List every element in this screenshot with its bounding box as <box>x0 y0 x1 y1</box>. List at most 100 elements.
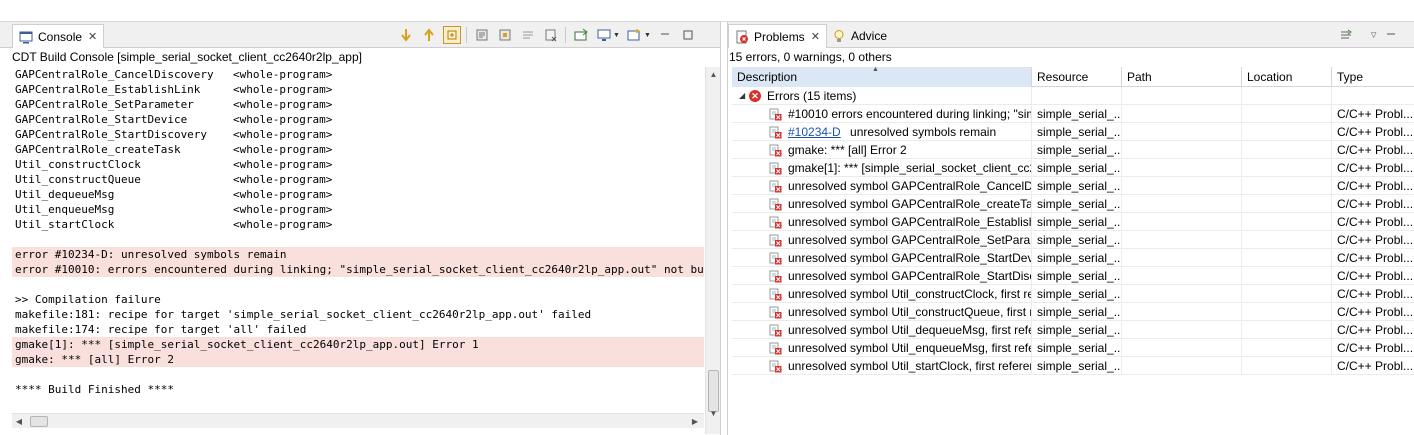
scrollbar-thumb[interactable] <box>30 416 48 427</box>
problem-description: unresolved symbol Util_enqueueMsg, first… <box>788 341 1031 355</box>
problem-location <box>1242 339 1332 357</box>
table-row[interactable]: unresolved symbol Util_enqueueMsg, first… <box>732 339 1414 357</box>
open-console-icon[interactable] <box>625 26 643 44</box>
table-row[interactable]: unresolved symbol GAPCentralRole_StartDi… <box>732 267 1414 285</box>
problem-location <box>1242 177 1332 195</box>
scroll-down-arrow-icon[interactable]: ▼ <box>706 406 721 420</box>
console-line: makefile:174: recipe for target 'all' fa… <box>15 323 307 336</box>
copy-build-log-icon[interactable] <box>496 26 514 44</box>
console-horizontal-scrollbar[interactable]: ◀ ▶ <box>12 413 704 428</box>
problem-location <box>1242 159 1332 177</box>
problem-type: C/C++ Probl... <box>1337 341 1414 355</box>
console-tabbar: Console ✕ ▼ ▼ <box>0 22 720 48</box>
scroll-up-arrow-icon[interactable]: ▲ <box>706 67 721 81</box>
table-row[interactable]: gmake: *** [all] Error 2 simple_serial_..… <box>732 141 1414 159</box>
word-wrap-icon[interactable] <box>473 26 491 44</box>
display-console-icon[interactable] <box>595 26 613 44</box>
table-row[interactable]: unresolved symbol Util_constructClock, f… <box>732 285 1414 303</box>
problem-error-icon <box>769 342 782 354</box>
table-row[interactable]: unresolved symbol GAPCentralRole_createT… <box>732 195 1414 213</box>
console-output[interactable]: GAPCentralRole_CancelDiscovery <whole-pro… <box>12 67 704 412</box>
table-row[interactable]: unresolved symbol Util_dequeueMsg, first… <box>732 321 1414 339</box>
chevron-down-icon[interactable]: ▼ <box>644 32 651 39</box>
tab-console[interactable]: Console ✕ <box>12 24 105 48</box>
scroll-left-arrow-icon[interactable]: ◀ <box>12 414 26 429</box>
scroll-right-arrow-icon[interactable]: ▶ <box>688 414 702 429</box>
window-top-strip <box>0 0 1414 22</box>
problem-resource: simple_serial_... <box>1032 321 1122 339</box>
lightbulb-icon <box>834 30 844 42</box>
console-line: >> Compilation failure <box>15 293 161 306</box>
problem-location <box>1242 249 1332 267</box>
close-icon[interactable]: ✕ <box>88 30 97 43</box>
problem-link[interactable]: #10234-D <box>788 125 841 139</box>
problem-type: C/C++ Probl... <box>1337 269 1414 283</box>
console-error-line: gmake[1]: *** [simple_serial_socket_clie… <box>12 337 704 352</box>
scroll-lock-icon[interactable] <box>442 26 461 44</box>
scroll-up-icon[interactable] <box>420 26 438 44</box>
table-row[interactable]: #10010 errors encountered during linking… <box>732 105 1414 123</box>
table-row[interactable]: unresolved symbol Util_constructQueue, f… <box>732 303 1414 321</box>
expand-collapse-icon[interactable]: ◢ <box>739 87 749 105</box>
problem-resource: simple_serial_... <box>1032 177 1122 195</box>
problem-type: C/C++ Probl... <box>1337 143 1414 157</box>
table-row[interactable]: unresolved symbol Util_startClock, first… <box>732 357 1414 375</box>
problem-type: C/C++ Probl... <box>1337 359 1414 373</box>
clear-console-icon[interactable] <box>542 26 560 44</box>
table-row[interactable]: unresolved symbol GAPCentralRole_CancelD… <box>732 177 1414 195</box>
column-type[interactable]: Type <box>1332 67 1414 87</box>
console-line: GAPCentralRole_StartDevice <whole-program… <box>12 112 704 127</box>
table-row[interactable]: unresolved symbol GAPCentralRole_Establi… <box>732 213 1414 231</box>
console-vertical-scrollbar[interactable]: ▲ ▼ <box>705 67 720 434</box>
problem-location <box>1242 231 1332 249</box>
chevron-down-icon[interactable]: ▼ <box>613 32 620 39</box>
table-row[interactable]: #10234-D unresolved symbols remain simple… <box>732 123 1414 141</box>
table-row[interactable]: unresolved symbol GAPCentralRole_SetPara… <box>732 231 1414 249</box>
problem-error-icon <box>769 324 782 336</box>
problem-type: C/C++ Probl... <box>1337 179 1414 193</box>
symbol-name: GAPCentralRole_createTask <box>15 143 181 156</box>
problem-type: C/C++ Probl... <box>1337 197 1414 211</box>
problem-error-icon <box>769 360 782 372</box>
column-location[interactable]: Location <box>1242 67 1332 87</box>
problems-table: ▲ Description Resource Path Location Typ… <box>732 67 1414 375</box>
console-panel: Console ✕ ▼ ▼ CDT Build Console [simple_… <box>0 22 721 435</box>
problem-resource: simple_serial_... <box>1032 141 1122 159</box>
problem-location <box>1242 213 1332 231</box>
table-row[interactable]: unresolved symbol GAPCentralRole_StartDe… <box>732 249 1414 267</box>
problem-error-icon <box>769 108 782 120</box>
problem-location <box>1242 123 1332 141</box>
column-description[interactable]: ▲ Description <box>732 67 1032 87</box>
view-menu-icon[interactable]: ▽ <box>1371 31 1376 39</box>
filter-icon[interactable] <box>1337 26 1355 44</box>
console-line: Util_startClock <whole-program> <box>12 217 704 232</box>
problem-error-icon <box>769 162 782 174</box>
console-error-line: error #10234-D: unresolved symbols remai… <box>12 247 704 262</box>
symbol-scope: <whole-program> <box>233 188 333 201</box>
minimize-icon[interactable] <box>656 26 674 44</box>
scroll-down-icon[interactable] <box>397 26 415 44</box>
symbol-scope: <whole-program> <box>233 128 333 141</box>
show-console-icon[interactable] <box>519 26 537 44</box>
table-row[interactable]: gmake[1]: *** [simple_serial_socket_clie… <box>732 159 1414 177</box>
column-path[interactable]: Path <box>1122 67 1242 87</box>
column-resource[interactable]: Resource <box>1032 67 1122 87</box>
console-line: GAPCentralRole_CancelDiscovery <whole-pro… <box>12 67 704 82</box>
problem-error-icon <box>769 144 782 156</box>
maximize-icon[interactable] <box>679 26 697 44</box>
pin-console-icon[interactable] <box>572 26 590 44</box>
problem-location <box>1242 267 1332 285</box>
tab-problems[interactable]: Problems ✕ <box>728 24 827 48</box>
minimize-icon[interactable] <box>1382 26 1400 44</box>
problem-location <box>1242 141 1332 159</box>
console-header: CDT Build Console [simple_serial_socket_… <box>12 50 362 64</box>
errors-group-row[interactable]: ◢ ✕ Errors (15 items) <box>732 87 1414 105</box>
console-icon <box>19 31 33 43</box>
problem-resource: simple_serial_... <box>1032 159 1122 177</box>
close-icon[interactable]: ✕ <box>811 30 820 43</box>
problem-description: #10010 errors encountered during linking… <box>788 107 1031 121</box>
problem-type: C/C++ Probl... <box>1337 125 1414 139</box>
problem-description: unresolved symbol GAPCentralRole_StartDi… <box>788 269 1031 283</box>
tab-advice[interactable]: Advice <box>826 24 893 48</box>
problem-error-icon <box>769 306 782 318</box>
